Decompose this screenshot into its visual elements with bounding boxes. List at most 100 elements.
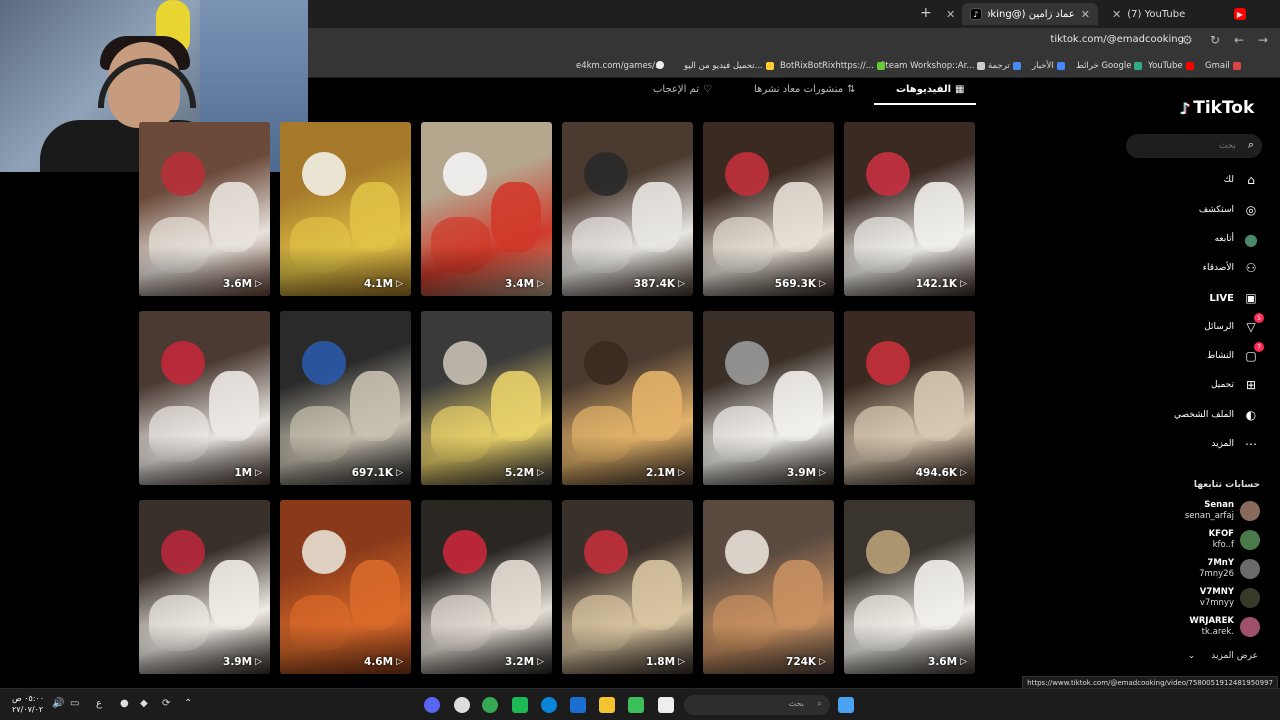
- reload-icon[interactable]: ↻: [1210, 33, 1220, 47]
- video-card[interactable]: 3.9M ▷: [139, 500, 270, 674]
- tray-app-icon[interactable]: ◆: [140, 698, 148, 709]
- following-account[interactable]: WRJAREK tk.arek.: [1189, 616, 1260, 638]
- tab-label: عماد زامين (@emadcooking): [988, 8, 1075, 20]
- see-more-button[interactable]: ⌄ عرض المزيد: [1188, 651, 1258, 661]
- video-card[interactable]: 2.1M ▷: [562, 311, 693, 485]
- volume-icon[interactable]: 🔊: [52, 698, 64, 709]
- sidebar-item-live[interactable]: LIVE ▣: [1209, 288, 1260, 308]
- sidebar-item-more[interactable]: المزيد ⋯: [1211, 434, 1260, 454]
- tray-sync-icon[interactable]: ⟳: [162, 698, 170, 709]
- bookmark-e4km[interactable]: e4km.com/games/...: [576, 61, 663, 71]
- following-avatar-icon: ●: [1244, 229, 1258, 249]
- tiktok-logo[interactable]: ♪ TikTok: [1180, 98, 1254, 118]
- tab-reposts[interactable]: منشورات معاد نشرها ⇅: [754, 84, 855, 95]
- bookmark-news[interactable]: الأخبار: [1032, 61, 1065, 71]
- play-icon: ▷: [537, 279, 544, 289]
- video-card[interactable]: 494.6K ▷: [844, 311, 975, 485]
- search-icon[interactable]: ⌕: [1248, 138, 1254, 152]
- task-view-icon[interactable]: [658, 697, 674, 713]
- visual-studio-icon[interactable]: [570, 697, 586, 713]
- video-card[interactable]: 3.6M ▷: [844, 500, 975, 674]
- view-count: 3.6M ▷: [223, 278, 262, 290]
- play-icon: ▷: [960, 657, 967, 667]
- video-card[interactable]: 1.8M ▷: [562, 500, 693, 674]
- notification-badge: 7: [1254, 342, 1264, 352]
- video-card[interactable]: 724K ▷: [703, 500, 834, 674]
- sidebar-item-compass[interactable]: استكشف ◎: [1199, 200, 1260, 220]
- bookmark-botrix[interactable]: BotRixBotRixhttps://...: [780, 61, 885, 71]
- video-card[interactable]: 4.6M ▷: [280, 500, 411, 674]
- following-account[interactable]: 7MnY 7mny26: [1199, 558, 1260, 580]
- network-icon[interactable]: ▭: [70, 698, 79, 709]
- microphone-icon[interactable]: ●: [120, 698, 129, 709]
- input-language[interactable]: ع: [96, 698, 102, 709]
- url-field[interactable]: tiktok.com/@emadcooking: [1050, 34, 1184, 45]
- video-card[interactable]: 3.2M ▷: [421, 500, 552, 674]
- video-card[interactable]: 387.4K ▷: [562, 122, 693, 296]
- bookmark-download[interactable]: تحميل فيديو من اليو...: [684, 61, 774, 71]
- bookmark-steam[interactable]: Steam Workshop::Ar...: [880, 61, 986, 71]
- close-tab-icon[interactable]: ✕: [938, 3, 963, 25]
- sidebar-item-upload[interactable]: تحميل ⊞: [1211, 375, 1260, 395]
- windows-start-icon[interactable]: [838, 697, 854, 713]
- sidebar-item-activity[interactable]: النشاط ▢ 7: [1207, 342, 1264, 366]
- sidebar-item-following-avatar[interactable]: أتابعه ●: [1215, 229, 1260, 249]
- sidebar-item-profile[interactable]: الملف الشخصي ◐: [1174, 405, 1260, 425]
- edge-icon[interactable]: [541, 697, 557, 713]
- following-account[interactable]: KFOF kfo..f: [1209, 529, 1260, 551]
- discord-icon[interactable]: [424, 697, 440, 713]
- new-tab-icon[interactable]: +: [920, 5, 932, 21]
- bookmark-gmail[interactable]: Gmail: [1205, 61, 1241, 71]
- bookmark-maps[interactable]: خرائط Google: [1076, 61, 1143, 71]
- account-handle: kfo..f: [1212, 540, 1234, 550]
- play-icon: ▷: [678, 657, 685, 667]
- tab-youtube[interactable]: ✕ (7) YouTube ▶: [1104, 3, 1254, 25]
- video-card[interactable]: 5.2M ▷: [421, 311, 552, 485]
- avatar: [1240, 617, 1260, 637]
- avatar: [1240, 530, 1260, 550]
- video-card[interactable]: 569.3K ▷: [703, 122, 834, 296]
- app-icon[interactable]: [512, 697, 528, 713]
- close-tab-icon[interactable]: ✕: [1112, 8, 1121, 21]
- view-count: 3.9M ▷: [223, 656, 262, 668]
- back-icon[interactable]: →: [1258, 33, 1268, 47]
- account-name: Senan: [1204, 500, 1234, 510]
- following-account[interactable]: V7MNY v7mnyy: [1200, 587, 1260, 609]
- view-count: 5.2M ▷: [505, 467, 544, 479]
- tray-expand-icon[interactable]: ⌃: [184, 698, 192, 709]
- tab-videos[interactable]: الفيديوهات ▦: [896, 84, 964, 95]
- following-account[interactable]: Senan senan_arfaj: [1185, 500, 1260, 522]
- video-card[interactable]: 1M ▷: [139, 311, 270, 485]
- video-card[interactable]: 3.9M ▷: [703, 311, 834, 485]
- view-count: 3.9M ▷: [787, 467, 826, 479]
- tab-tiktok[interactable]: ♪ عماد زامين (@emadcooking) ✕: [962, 3, 1098, 25]
- bookmark-translate[interactable]: ترجمة: [988, 61, 1021, 71]
- settings-icon[interactable]: [454, 697, 470, 713]
- chrome-icon[interactable]: [482, 697, 498, 713]
- video-card[interactable]: 142.1K ▷: [844, 122, 975, 296]
- video-card[interactable]: 697.1K ▷: [280, 311, 411, 485]
- video-card[interactable]: 3.4M ▷: [421, 122, 552, 296]
- view-count: 387.4K ▷: [633, 278, 685, 290]
- file-explorer-icon[interactable]: [599, 697, 615, 713]
- play-icon: ▷: [819, 657, 826, 667]
- video-grid: 3.6M ▷ 4.1M ▷ 3.4M ▷ 387.4K ▷ 569.3K ▷ 142.1K ▷ 1M ▷ 6…: [139, 122, 977, 674]
- video-card[interactable]: 4.1M ▷: [280, 122, 411, 296]
- account-name: WRJAREK: [1189, 616, 1234, 626]
- bookmark-youtube[interactable]: YouTube: [1148, 61, 1194, 71]
- close-tab-icon[interactable]: ✕: [1081, 8, 1090, 21]
- tiktok-note-icon: ♪: [1180, 98, 1191, 118]
- sidebar-item-messages[interactable]: الرسائل ▽ 5: [1204, 313, 1264, 337]
- forward-icon[interactable]: ←: [1234, 33, 1244, 47]
- play-icon: ▷: [396, 657, 403, 667]
- sidebar-item-home[interactable]: لك ⌂: [1224, 170, 1260, 190]
- taskbar-search[interactable]: بحث ⌕: [684, 695, 830, 715]
- store-icon[interactable]: [628, 697, 644, 713]
- tab-liked[interactable]: تم الإعجاب ♡: [653, 84, 712, 95]
- bookmark-globe-icon[interactable]: [656, 61, 664, 69]
- avatar: [1240, 559, 1260, 579]
- video-card[interactable]: 3.6M ▷: [139, 122, 270, 296]
- sidebar-item-friends[interactable]: الأصدقاء ⚇: [1203, 258, 1260, 278]
- search-input[interactable]: [1140, 138, 1236, 154]
- clock[interactable]: ٠٥:٠٠ ص ٢٧/٠٧/٠٢: [12, 693, 44, 715]
